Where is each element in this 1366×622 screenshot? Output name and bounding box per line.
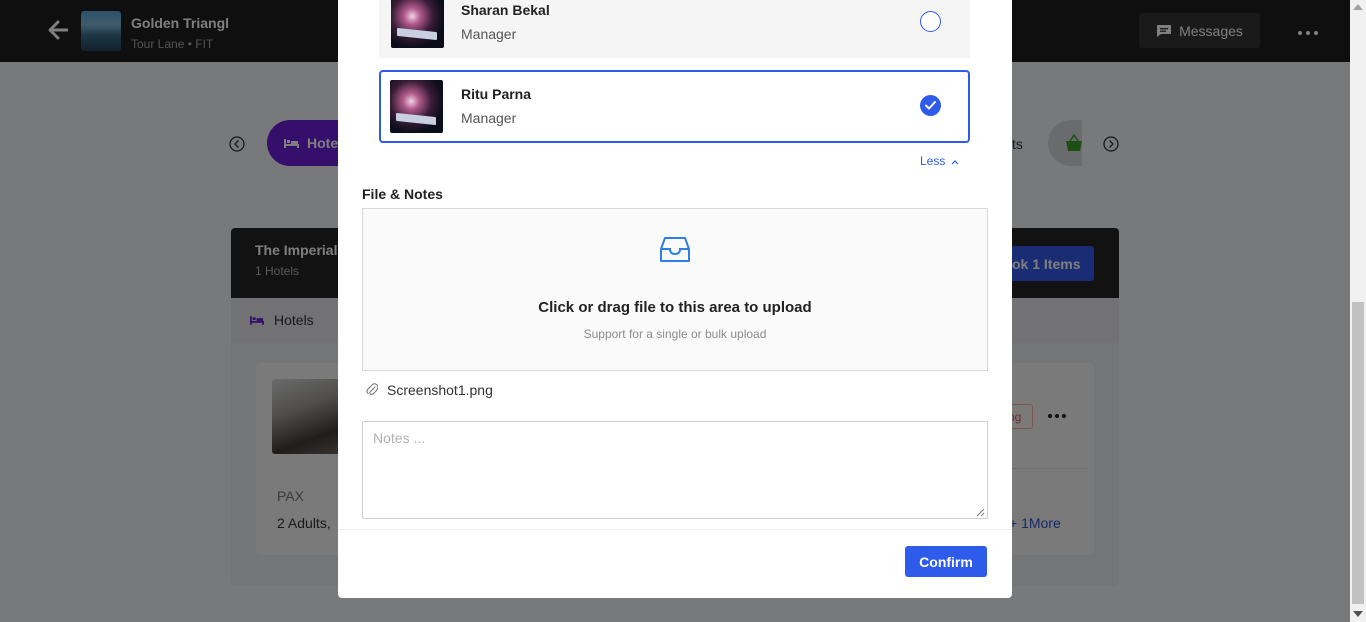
user-role: Manager [461, 26, 517, 42]
less-link-label: Less [920, 154, 946, 168]
user-option-selected[interactable]: Ritu Parna Manager [379, 70, 970, 143]
file-upload-dropzone[interactable]: Click or drag file to this area to uploa… [362, 208, 988, 371]
user-radio[interactable] [920, 11, 941, 32]
user-role: Manager [461, 110, 517, 126]
check-icon [925, 101, 936, 110]
confirm-button[interactable]: Confirm [905, 546, 987, 577]
file-notes-title: File & Notes [362, 186, 443, 202]
modal-footer-divider [338, 529, 1012, 530]
attached-file-name[interactable]: Screenshot1.png [387, 382, 493, 398]
scroll-down-arrow-icon[interactable] [1353, 611, 1363, 617]
scroll-up-arrow-icon[interactable] [1353, 4, 1363, 10]
upload-instruction: Click or drag file to this area to uploa… [538, 299, 812, 316]
avatar [390, 80, 443, 133]
notes-textarea[interactable] [362, 421, 988, 519]
chevron-up-icon [951, 160, 959, 165]
inbox-icon [660, 237, 690, 262]
assign-modal: Sharan Bekal Manager Ritu Parna Manager … [338, 0, 1012, 598]
avatar [391, 0, 444, 48]
user-name: Ritu Parna [461, 86, 532, 102]
resize-grip-icon[interactable] [975, 507, 985, 517]
upload-hint: Support for a single or bulk upload [583, 327, 767, 341]
scrollbar-thumb[interactable] [1352, 302, 1364, 604]
user-radio-checked[interactable] [920, 95, 941, 116]
user-name: Sharan Bekal [461, 2, 550, 18]
paperclip-icon [366, 383, 378, 395]
less-link[interactable]: Less [920, 154, 959, 168]
user-option[interactable]: Sharan Bekal Manager [379, 0, 970, 58]
